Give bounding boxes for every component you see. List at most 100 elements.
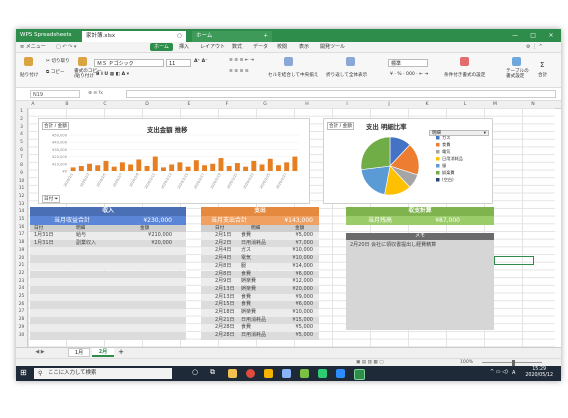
sum-button[interactable]: 合計 (538, 72, 547, 78)
tab-close-icon[interactable]: ○ (177, 31, 182, 42)
column-header-c[interactable]: C (100, 101, 110, 108)
copy-button[interactable]: ⧉ コピー (46, 69, 65, 75)
pie-slice[interactable] (360, 136, 391, 170)
conditional-format-icon[interactable] (460, 57, 469, 66)
table-row[interactable]: 2月13日 娯楽費 ¥20,000 (201, 285, 319, 294)
task-view-icon[interactable]: ⧉ (210, 368, 215, 377)
column-header-m[interactable]: M (490, 101, 500, 108)
table-row[interactable] (30, 262, 186, 271)
close-button[interactable]: × (543, 29, 559, 42)
table-row[interactable] (30, 278, 186, 286)
system-tray-icons[interactable]: ^ ▭ ◁) (490, 369, 508, 375)
file-explorer-icon[interactable] (228, 369, 237, 378)
format-painter-icon[interactable] (78, 57, 87, 66)
sheet-tab-jan[interactable]: 1月 (68, 348, 90, 357)
table-row[interactable]: 2月8日 服 ¥14,000 (201, 262, 319, 271)
column-header-l[interactable]: L (460, 101, 470, 108)
menu-item-formulas[interactable]: 数式 (232, 42, 242, 52)
row-header[interactable]: 30 (16, 333, 27, 338)
wrap-icon[interactable] (346, 57, 355, 66)
bar[interactable] (292, 156, 298, 171)
table-row[interactable]: 2月21日 日用消耗品 ¥15,000 (201, 316, 319, 325)
column-header-b[interactable]: B (62, 101, 72, 108)
table-style-button[interactable]: テーブルの 書式設定 (506, 69, 529, 79)
column-header-f[interactable]: F (222, 101, 232, 108)
row-header[interactable]: 16 (16, 225, 27, 230)
pie-chart[interactable]: 合計 / 金額 支出 明細比率 明細 ▾ ガス 食費 電気 日用消耗品服娯楽費 (空白) (323, 118, 493, 204)
table-row[interactable]: 2月28日 日用消耗品 ¥5,000 (201, 332, 319, 340)
align-buttons-2[interactable]: ≡ ≡ ≡ ≡ (229, 69, 249, 74)
table-row[interactable]: 1月31日 副業収入 ¥20,000 (30, 239, 186, 248)
table-row[interactable] (30, 332, 186, 340)
table-row[interactable] (30, 301, 186, 309)
bar-chart[interactable]: 合計 / 金額 支出金額 推移 ¥50,000 ¥40,000 ¥30,000 ¥20… (38, 118, 310, 204)
bar[interactable] (136, 159, 142, 171)
merge-center-button[interactable]: セルを結合して中央揃え (268, 72, 318, 78)
bar[interactable] (177, 162, 183, 171)
fx-icon[interactable]: ⊕ ⊖ fx (88, 91, 103, 96)
row-header[interactable]: 7 (16, 155, 27, 160)
column-header-a[interactable]: A (28, 101, 38, 108)
column-header-j[interactable]: J (384, 101, 394, 108)
memo-area[interactable]: 2月20日 会社に領収書提出し経費精算 (346, 240, 494, 330)
font-name-select[interactable]: ＭＳ Ｐゴシック (94, 59, 164, 67)
row-header[interactable]: 24 (16, 286, 27, 291)
ime-indicator[interactable]: A (512, 370, 515, 376)
menu-item-review[interactable]: 校閲 (277, 42, 287, 52)
row-header[interactable]: 19 (16, 248, 27, 253)
row-header[interactable]: 2 (16, 117, 27, 122)
table-row[interactable]: 2月4日 ガス ¥10,000 (201, 247, 319, 256)
table-row[interactable] (30, 316, 186, 325)
table-style-icon[interactable] (512, 57, 521, 66)
bar[interactable] (267, 158, 273, 171)
menu-item-view[interactable]: 表示 (299, 42, 309, 52)
add-sheet-icon[interactable]: + (116, 348, 126, 357)
menu-button[interactable]: ≡ メニュー (20, 42, 46, 52)
table-row[interactable] (30, 324, 186, 333)
windows-start-icon[interactable]: ⊞ (20, 368, 27, 377)
formula-input[interactable] (126, 90, 556, 98)
table-row[interactable] (30, 309, 186, 317)
quick-access-icons[interactable]: ▢ ↶ ↷ ▾ (56, 42, 76, 52)
table-row[interactable]: 2月2日 日用消耗品 ¥7,000 (201, 239, 319, 248)
row-header[interactable]: 27 (16, 309, 27, 314)
align-buttons[interactable]: ≡ ≡ ≡ ⇤ ⇥ (229, 58, 254, 63)
photos-icon[interactable] (300, 369, 309, 378)
sum-icon[interactable]: Σ (540, 61, 544, 69)
taskbar-search-box[interactable]: ⚲ ここに入力して検索 (34, 368, 172, 379)
column-header-i[interactable]: I (342, 101, 352, 108)
bar[interactable] (78, 165, 84, 171)
app-name[interactable]: WPS Spreadsheets (20, 31, 80, 40)
table-row[interactable] (30, 270, 186, 279)
row-header[interactable]: 8 (16, 163, 27, 168)
tab-workbook[interactable]: 家計簿.xlsx ○ (82, 31, 186, 42)
line-icon[interactable] (318, 369, 327, 378)
wrap-text-button[interactable]: 折り返して全体表示 (326, 72, 367, 78)
bar[interactable] (119, 162, 125, 171)
chrome-icon[interactable] (246, 369, 255, 378)
bar[interactable] (87, 163, 92, 171)
column-header-n[interactable]: N (528, 101, 538, 108)
bar[interactable] (251, 160, 257, 171)
chart-filter-tag[interactable]: 日付 ⏷ (42, 195, 61, 203)
bar[interactable] (128, 164, 134, 171)
row-header[interactable]: 10 (16, 179, 27, 184)
minimize-button[interactable]: — (507, 29, 523, 42)
table-row[interactable] (30, 255, 186, 263)
name-box[interactable]: N19 (30, 90, 80, 98)
bar[interactable] (161, 167, 166, 171)
row-header[interactable]: 6 (16, 148, 27, 153)
row-header[interactable]: 29 (16, 325, 27, 330)
column-header-g[interactable]: G (260, 101, 270, 108)
row-header[interactable]: 9 (16, 171, 27, 176)
table-row[interactable] (30, 285, 186, 294)
row-header[interactable]: 13 (16, 202, 27, 207)
table-row[interactable] (30, 247, 186, 256)
bar[interactable] (226, 165, 232, 171)
table-row[interactable]: 2月8日 食費 ¥6,000 (201, 270, 319, 279)
font-grow-button[interactable]: A⁺ A⁻ (194, 59, 208, 64)
column-header-h[interactable]: H (302, 101, 312, 108)
row-header[interactable]: 23 (16, 279, 27, 284)
bar[interactable] (103, 160, 109, 171)
bar[interactable] (144, 165, 150, 171)
